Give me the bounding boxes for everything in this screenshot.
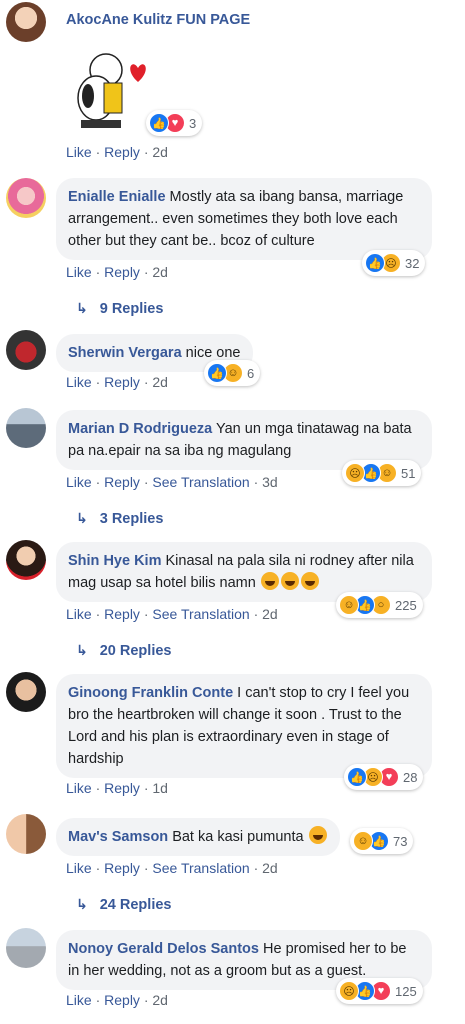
comment-actions: Like · Reply · 2d	[66, 992, 168, 1008]
see-translation-link[interactable]: See Translation	[152, 860, 249, 876]
reaction-summary[interactable]: 👍 ☺ 6	[204, 360, 261, 386]
snoopy-sticker	[77, 53, 146, 128]
comment-author[interactable]: Mav's Samson	[68, 829, 168, 845]
reaction-summary[interactable]: 👍 ♥ 3	[146, 110, 203, 136]
timestamp[interactable]: 2d	[152, 264, 168, 280]
avatar[interactable]	[6, 2, 46, 42]
comment-actions: Like · Reply · 2d	[66, 264, 168, 280]
view-replies-link[interactable]: ↳ 9 Replies	[76, 300, 163, 317]
reaction-summary[interactable]: ☺ 👍 73	[350, 828, 414, 854]
reaction-summary[interactable]: ☹ 👍 ♥ 125	[336, 978, 423, 1004]
comment-actions: Like · Reply · See Translation · 2d	[66, 860, 278, 876]
see-translation-link[interactable]: See Translation	[152, 474, 249, 490]
like-link[interactable]: Like	[66, 780, 92, 796]
reaction-summary[interactable]: ☺ 👍 ○ 225	[336, 592, 423, 618]
comment-text: Bat ka kasi pumunta	[172, 829, 304, 845]
comment-author[interactable]: Sherwin Vergara	[68, 345, 182, 361]
timestamp[interactable]: 2d	[262, 860, 278, 876]
comment-actions: Like · Reply · 2d	[66, 144, 168, 160]
comment-actions: Like · Reply · See Translation · 3d	[66, 474, 278, 490]
reply-link[interactable]: Reply	[104, 992, 140, 1008]
like-link[interactable]: Like	[66, 264, 92, 280]
reply-link[interactable]: Reply	[104, 780, 140, 796]
comment-bubble: Ginoong Franklin Conte I can't stop to c…	[56, 674, 432, 778]
avatar[interactable]	[6, 178, 46, 218]
comment-author[interactable]: Ginoong Franklin Conte	[68, 685, 233, 701]
like-link[interactable]: Like	[66, 860, 92, 876]
like-icon: 👍	[365, 253, 385, 273]
comment-actions: Like · Reply · 1d	[66, 780, 168, 796]
reaction-count: 3	[189, 115, 197, 131]
timestamp[interactable]: 1d	[152, 780, 168, 796]
reply-link[interactable]: Reply	[104, 860, 140, 876]
comment-text: nice one	[185, 345, 241, 361]
reply-link[interactable]: Reply	[104, 144, 140, 160]
reaction-count: 73	[393, 833, 408, 849]
like-icon: 👍	[207, 363, 227, 383]
comment-author[interactable]: Marian D Rodrigueza	[68, 421, 212, 437]
like-link[interactable]: Like	[66, 474, 92, 490]
like-link[interactable]: Like	[66, 992, 92, 1008]
like-link[interactable]: Like	[66, 374, 92, 390]
reply-arrow-icon: ↳	[76, 896, 88, 912]
like-link[interactable]: Like	[66, 144, 92, 160]
reply-link[interactable]: Reply	[104, 606, 140, 622]
reply-link[interactable]: Reply	[104, 474, 140, 490]
sad-icon: ☹	[345, 463, 365, 483]
comment-bubble: Mav's Samson Bat ka kasi pumunta	[56, 818, 340, 856]
grin-emoji-icon	[260, 572, 279, 590]
reaction-summary[interactable]: 👍 ☹ 32	[362, 250, 426, 276]
reply-arrow-icon: ↳	[76, 642, 88, 658]
comment-author[interactable]: Nonoy Gerald Delos Santos	[68, 941, 259, 957]
comment-author[interactable]: Shin Hye Kim	[68, 553, 161, 569]
see-translation-link[interactable]: See Translation	[152, 606, 249, 622]
view-replies-link[interactable]: ↳ 3 Replies	[76, 510, 163, 527]
reaction-count: 28	[403, 769, 418, 785]
reaction-count: 225	[395, 597, 417, 613]
reply-arrow-icon: ↳	[76, 510, 88, 526]
haha-icon: ☺	[339, 595, 359, 615]
timestamp[interactable]: 2d	[152, 374, 168, 390]
timestamp[interactable]: 2d	[262, 606, 278, 622]
comment-author[interactable]: Enialle Enialle	[68, 189, 166, 205]
comment-actions: Like · Reply · 2d	[66, 374, 168, 390]
like-link[interactable]: Like	[66, 606, 92, 622]
avatar[interactable]	[6, 814, 46, 854]
reaction-count: 6	[247, 365, 255, 381]
avatar[interactable]	[6, 330, 46, 370]
reaction-summary[interactable]: 👍 ☹ ♥ 28	[344, 764, 424, 790]
reply-arrow-icon: ↳	[76, 300, 88, 316]
comment-bubble: Enialle Enialle Mostly ata sa ibang bans…	[56, 178, 432, 260]
avatar[interactable]	[6, 928, 46, 968]
like-icon: 👍	[347, 767, 367, 787]
sad-icon: ☹	[339, 981, 359, 1001]
haha-icon: ☺	[353, 831, 373, 851]
comment-author[interactable]: AkocAne Kulitz FUN PAGE	[66, 12, 250, 28]
timestamp[interactable]: 2d	[152, 144, 168, 160]
avatar[interactable]	[6, 672, 46, 712]
timestamp[interactable]: 2d	[152, 992, 168, 1008]
reaction-summary[interactable]: ☹ 👍 ☺ 51	[342, 460, 422, 486]
grin-emoji-icon	[280, 572, 299, 590]
timestamp[interactable]: 3d	[262, 474, 278, 490]
reaction-count: 51	[401, 465, 416, 481]
view-replies-link[interactable]: ↳ 24 Replies	[76, 896, 171, 913]
avatar[interactable]	[6, 540, 46, 580]
view-replies-link[interactable]: ↳ 20 Replies	[76, 642, 171, 659]
reply-link[interactable]: Reply	[104, 374, 140, 390]
comment-actions: Like · Reply · See Translation · 2d	[66, 606, 278, 622]
reply-link[interactable]: Reply	[104, 264, 140, 280]
laugh-emoji-icon	[308, 826, 327, 844]
avatar[interactable]	[6, 408, 46, 448]
like-icon: 👍	[149, 113, 169, 133]
reaction-count: 32	[405, 255, 420, 271]
reaction-count: 125	[395, 983, 417, 999]
laugh-emoji-icon	[300, 572, 319, 590]
